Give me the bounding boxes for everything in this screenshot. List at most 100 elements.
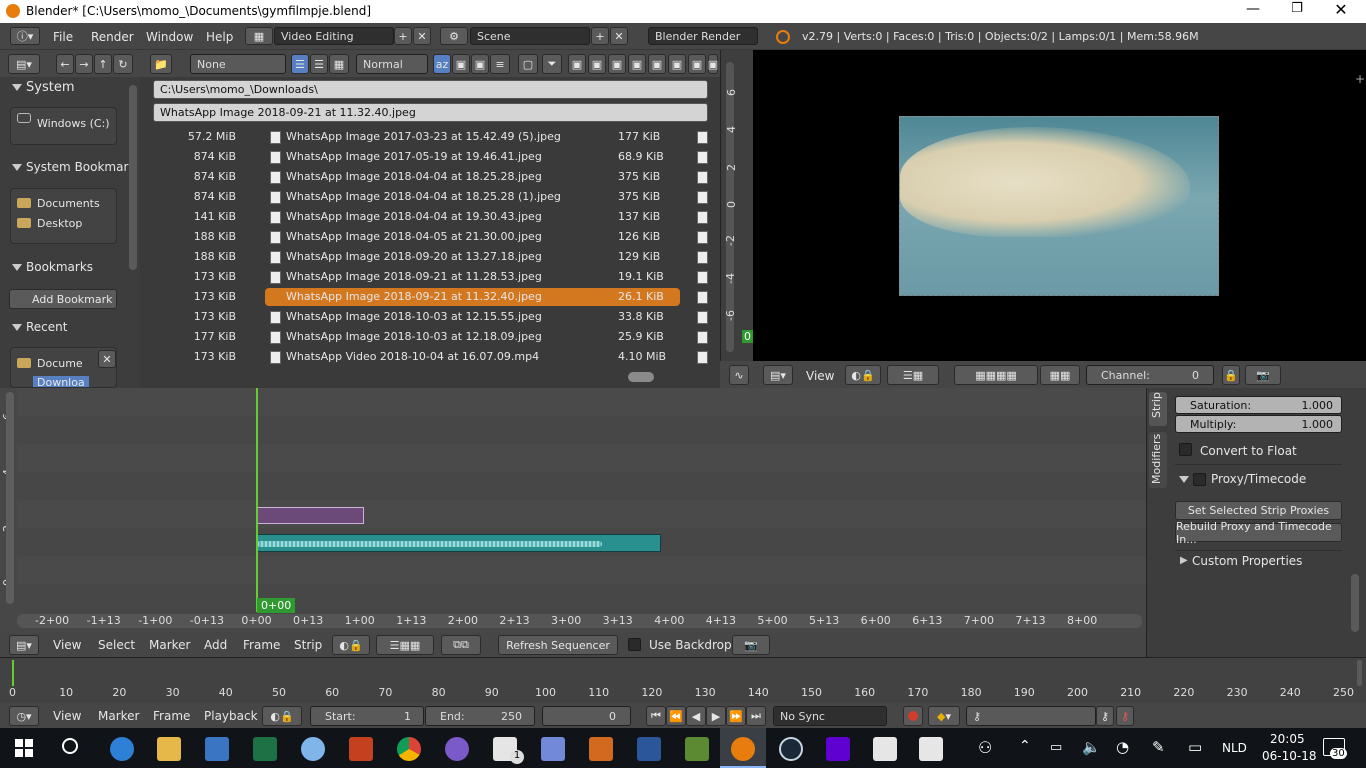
display-list-short-button[interactable]: ☰ — [291, 54, 309, 74]
recent-item-documents[interactable]: Docume — [37, 357, 83, 370]
file-row[interactable]: 57.2 MiB WhatsApp Image 2017-03-23 at 15.… — [146, 127, 716, 147]
render-camera-button[interactable]: 📷 — [1245, 365, 1281, 385]
file-row[interactable]: 173 KiB WhatsApp Image 2018-10-03 at 12.1… — [146, 307, 716, 327]
view-type-button[interactable]: ☰▦ — [887, 365, 939, 385]
set-proxies-button[interactable]: Set Selected Strip Proxies — [1175, 501, 1342, 520]
volume-icon[interactable]: 🔈 — [1082, 738, 1101, 756]
refresh-sequencer-button[interactable]: Refresh Sequencer — [498, 635, 618, 655]
overlay-button[interactable]: ◐🔒 — [845, 365, 881, 385]
seq-menu-select[interactable]: Select — [98, 638, 135, 652]
timeline-scrollbar-right[interactable] — [1357, 660, 1362, 686]
tl-menu-frame[interactable]: Frame — [153, 709, 190, 723]
excel-icon[interactable] — [253, 737, 277, 761]
sort-alpha-button[interactable]: az — [433, 54, 451, 74]
preview-view-menu[interactable]: View — [806, 369, 834, 383]
bookmarks-collapse-icon[interactable] — [12, 264, 22, 271]
editor-type-file-button[interactable]: ▤▾ — [8, 54, 40, 74]
image-strip[interactable] — [256, 507, 364, 524]
hide-dot-button[interactable]: ▢ — [518, 54, 538, 74]
jump-start-button[interactable]: ⏮ — [646, 706, 666, 726]
file-row[interactable]: 874 KiB WhatsApp Image 2018-04-04 at 18.2… — [146, 187, 716, 207]
tl-menu-playback[interactable]: Playback — [204, 709, 258, 723]
system-item-windows[interactable]: Windows (C:) — [37, 117, 110, 130]
tl-menu-marker[interactable]: Marker — [98, 709, 139, 723]
filter-folder-button[interactable]: ▣ — [568, 54, 586, 74]
add-bookmark-button[interactable]: Add Bookmark — [9, 289, 117, 309]
recent-collapse-icon[interactable] — [12, 324, 22, 331]
chrome-icon[interactable] — [397, 737, 421, 761]
remove-scene-button[interactable]: ✕ — [610, 27, 628, 45]
file-explorer-icon[interactable] — [157, 737, 181, 761]
rebuild-proxy-button[interactable]: Rebuild Proxy and Timecode In... — [1175, 520, 1342, 546]
screen-layout-icon[interactable]: ▦ — [245, 27, 273, 45]
seq-menu-add[interactable]: Add — [204, 638, 227, 652]
filter-image-button[interactable]: ▣ — [628, 54, 646, 74]
seq-menu-strip[interactable]: Strip — [294, 638, 322, 652]
photos-icon[interactable] — [445, 737, 469, 761]
directory-path-input[interactable]: C:\Users\momo_\Downloads\ — [153, 80, 708, 99]
display-list-long-button[interactable]: ☰ — [310, 54, 328, 74]
minimize-button[interactable]: — — [1238, 1, 1268, 17]
preview-plus-icon[interactable]: + — [1355, 72, 1365, 86]
pen-icon[interactable]: ✎ — [1152, 738, 1165, 756]
editor-type-sequencer-button[interactable]: ▤▾ — [763, 365, 793, 385]
back-button[interactable]: ← — [56, 54, 74, 74]
next-key-button[interactable]: ⏩ — [726, 706, 746, 726]
menu-help[interactable]: Help — [206, 30, 233, 44]
seq-copy-paste-button[interactable]: ⧉⧉ — [441, 635, 481, 655]
file-row[interactable]: 874 KiB WhatsApp Image 2017-05-19 at 19.4… — [146, 147, 716, 167]
clock-date[interactable]: 06-10-18 — [1262, 749, 1316, 763]
file-row[interactable]: 188 KiB WhatsApp Image 2018-09-20 at 13.2… — [146, 247, 716, 267]
discord-icon[interactable] — [541, 737, 565, 761]
word-icon[interactable] — [637, 737, 661, 761]
new-folder-button[interactable]: 📁 — [150, 54, 172, 74]
editor-type-info-button[interactable]: ⓘ▾ — [10, 27, 40, 45]
game-icon[interactable] — [589, 737, 613, 761]
insert-keyframe-button[interactable]: ⚷ — [1096, 706, 1114, 726]
record-button[interactable] — [903, 706, 923, 726]
channel-field[interactable]: Channel: 0 — [1086, 365, 1214, 385]
keyboard-icon[interactable]: ▭ — [1188, 738, 1202, 756]
curve-icon[interactable]: ∿ — [729, 365, 749, 385]
calculator-icon[interactable] — [873, 737, 897, 761]
parent-dir-button[interactable]: ↑ — [94, 54, 112, 74]
filter-script-button[interactable]: ▣ — [668, 54, 686, 74]
file-row[interactable]: 173 KiB WhatsApp Image 2018-09-21 at 11.2… — [146, 267, 716, 287]
tl-overlay-button[interactable]: ◐🔒 — [262, 706, 302, 726]
close-button[interactable]: ✕ — [1326, 0, 1356, 19]
sync-select[interactable]: No Sync — [773, 706, 887, 726]
proxy-collapse-icon[interactable] — [1179, 476, 1189, 483]
add-screen-button[interactable]: + — [394, 27, 412, 45]
steam-icon[interactable] — [779, 737, 803, 761]
system-bookmarks-collapse-icon[interactable] — [12, 164, 22, 171]
tab-strip[interactable]: Strip — [1149, 392, 1167, 426]
search-icon[interactable] — [62, 738, 78, 754]
proxy-checkbox[interactable] — [1193, 473, 1206, 486]
custom-props-expand-icon[interactable]: ▶ — [1180, 555, 1188, 566]
people-icon[interactable]: ⚇ — [978, 738, 992, 757]
recursion-select[interactable]: None — [190, 54, 286, 74]
file-row[interactable]: 177 KiB WhatsApp Image 2018-10-03 at 12.1… — [146, 327, 716, 347]
blender-taskbar-icon[interactable] — [731, 737, 755, 761]
maximize-button[interactable]: ❐ — [1282, 1, 1312, 16]
remove-screen-button[interactable]: ✕ — [413, 27, 431, 45]
store-icon[interactable] — [205, 737, 229, 761]
filter-font-button[interactable]: ▣ — [688, 54, 706, 74]
current-frame-field[interactable]: 0 — [542, 706, 631, 726]
render-engine-select[interactable]: Blender Render — [648, 27, 758, 45]
sort-time-button[interactable]: ▣ — [471, 54, 489, 74]
paint-icon[interactable] — [301, 737, 325, 761]
seq-render-button[interactable]: 📷 — [732, 635, 770, 655]
file-row[interactable]: 188 KiB WhatsApp Image 2018-04-05 at 21.3… — [146, 227, 716, 247]
scene-field[interactable]: Scene — [470, 27, 590, 45]
filter-movie-button[interactable]: ▣ — [648, 54, 666, 74]
editor-type-seq-button[interactable]: ▤▾ — [9, 635, 39, 655]
file-row[interactable]: 173 KiB WhatsApp Image 2018-09-21 at 11.3… — [146, 287, 716, 307]
filename-input[interactable]: WhatsApp Image 2018-09-21 at 11.32.40.jp… — [153, 103, 708, 122]
file-row[interactable]: 141 KiB WhatsApp Image 2018-04-04 at 19.3… — [146, 207, 716, 227]
filter-backup-button[interactable]: ▣ — [608, 54, 626, 74]
delete-keyframe-button[interactable]: ⚷ — [1116, 706, 1134, 726]
play-button[interactable]: ▶ — [706, 706, 726, 726]
language-indicator[interactable]: NLD — [1222, 741, 1247, 755]
convert-float-checkbox[interactable] — [1179, 443, 1192, 456]
